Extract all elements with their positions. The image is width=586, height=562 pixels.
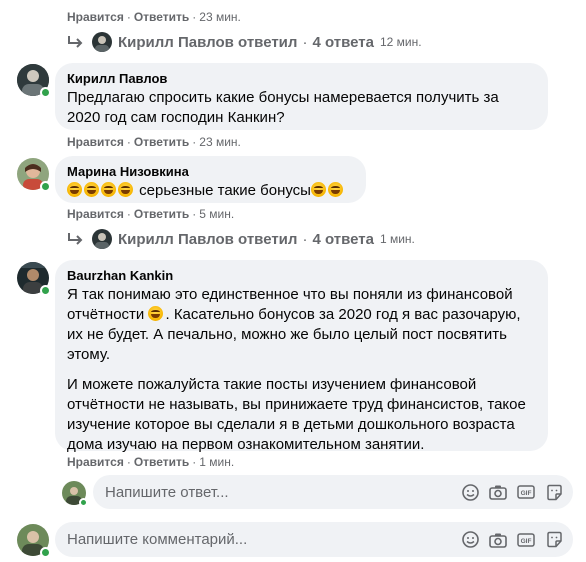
- comment-text-row: серьезные такие бонусы: [67, 181, 354, 201]
- separator-dot: ·: [192, 10, 197, 24]
- view-replies-link[interactable]: Кирилл Павлов ответил · 4 ответа 1 мин.: [66, 229, 415, 249]
- comment-actions-top: Нравится · Ответить · 23 мин.: [67, 10, 241, 24]
- reply-arrow-icon: [68, 36, 83, 48]
- comment-actions: Нравится · Ответить · 23 мин.: [67, 135, 241, 149]
- online-indicator: [40, 181, 51, 192]
- online-indicator: [40, 285, 51, 296]
- avatar[interactable]: [17, 64, 51, 98]
- reply-input-placeholder: Напишите ответ...: [105, 483, 229, 501]
- replies-time: 1 мин.: [379, 232, 415, 246]
- current-user-avatar: [17, 524, 51, 558]
- gif-icon[interactable]: GIF: [517, 531, 535, 549]
- replier-avatar: [92, 229, 112, 249]
- comment-bubble: Baurzhan Kankin Я так понимаю это единст…: [55, 260, 548, 453]
- sticker-icon[interactable]: [545, 531, 563, 549]
- comment-paragraph: Я так понимаю это единственное что вы по…: [67, 286, 521, 363]
- comment-time[interactable]: 1 мин.: [199, 455, 234, 469]
- reply-arrow-icon: [68, 233, 83, 245]
- comment-actions: Нравится · Ответить · 1 мин.: [67, 455, 234, 469]
- svg-text:GIF: GIF: [521, 538, 532, 545]
- reply-input[interactable]: Напишите ответ... GIF: [93, 475, 573, 509]
- comment-input-placeholder: Напишите комментарий...: [67, 531, 248, 548]
- replier-verb: ответил: [238, 230, 298, 248]
- replies-time: 12 мин.: [379, 35, 422, 49]
- separator-dot: ·: [192, 135, 197, 149]
- like-link[interactable]: Нравится: [67, 455, 124, 469]
- reply-link[interactable]: Ответить: [134, 135, 189, 149]
- svg-text:GIF: GIF: [521, 490, 532, 497]
- comment-paragraph: И можете пожалуйста такие посты изучение…: [67, 376, 526, 453]
- separator-dot: ·: [126, 455, 131, 469]
- sticker-icon[interactable]: [545, 483, 563, 501]
- comment-author[interactable]: Baurzhan Kankin: [67, 268, 536, 283]
- comment-author[interactable]: Марина Низовкина: [67, 164, 354, 179]
- comment-author[interactable]: Кирилл Павлов: [67, 71, 536, 86]
- current-user-avatar: [62, 481, 88, 507]
- replier-verb: ответил: [238, 33, 298, 51]
- reply-link[interactable]: Ответить: [134, 10, 189, 24]
- gif-icon[interactable]: GIF: [517, 483, 535, 501]
- online-indicator: [40, 87, 51, 98]
- comment-bubble: Кирилл Павлов Предлагаю спросить какие б…: [55, 63, 548, 130]
- view-replies-link[interactable]: Кирилл Павлов ответил · 4 ответа 12 мин.: [66, 32, 422, 52]
- laughing-emoji-icon: [101, 182, 116, 197]
- comment-time[interactable]: 5 мин.: [199, 207, 234, 221]
- replies-count: 4 ответа: [312, 230, 374, 248]
- laughing-emoji-icon: [327, 182, 343, 197]
- online-indicator: [79, 498, 88, 507]
- like-link[interactable]: Нравится: [67, 135, 124, 149]
- laughing-emoji-icon: [84, 182, 99, 197]
- like-link[interactable]: Нравится: [67, 207, 124, 221]
- comment-bubble: Марина Низовкина серьезные такие бонусы: [55, 156, 366, 203]
- separator-dot: ·: [126, 10, 131, 24]
- emoji-icon[interactable]: [461, 483, 479, 501]
- comment-time[interactable]: 23 мин.: [199, 135, 241, 149]
- laughing-emoji-icon: [310, 182, 326, 197]
- replies-count: 4 ответа: [312, 33, 374, 51]
- reply-link[interactable]: Ответить: [134, 455, 189, 469]
- replier-avatar: [92, 32, 112, 52]
- comment-input[interactable]: Напишите комментарий... GIF: [55, 522, 573, 557]
- emoji-icon[interactable]: [461, 531, 479, 549]
- online-indicator: [40, 547, 51, 558]
- comment-text: Предлагаю спросить какие бонусы намерева…: [67, 89, 499, 126]
- comment-text: серьезные такие бонусы: [139, 182, 311, 199]
- avatar[interactable]: [17, 262, 51, 296]
- separator-dot: ·: [192, 455, 197, 469]
- separator-dot: ·: [302, 33, 308, 51]
- laughing-emoji-icon: [118, 182, 133, 197]
- separator-dot: ·: [192, 207, 197, 221]
- comment-actions: Нравится · Ответить · 5 мин.: [67, 207, 234, 221]
- separator-dot: ·: [126, 207, 131, 221]
- reply-link[interactable]: Ответить: [134, 207, 189, 221]
- laughing-emoji-icon: [67, 182, 82, 197]
- like-link[interactable]: Нравится: [67, 10, 124, 24]
- camera-icon[interactable]: [489, 531, 507, 549]
- separator-dot: ·: [126, 135, 131, 149]
- avatar[interactable]: [17, 158, 51, 192]
- smirk-emoji-icon: [148, 306, 164, 321]
- replier-name: Кирилл Павлов: [118, 230, 234, 248]
- separator-dot: ·: [302, 230, 308, 248]
- comment-time[interactable]: 23 мин.: [199, 10, 241, 24]
- camera-icon[interactable]: [489, 483, 507, 501]
- replier-name: Кирилл Павлов: [118, 33, 234, 51]
